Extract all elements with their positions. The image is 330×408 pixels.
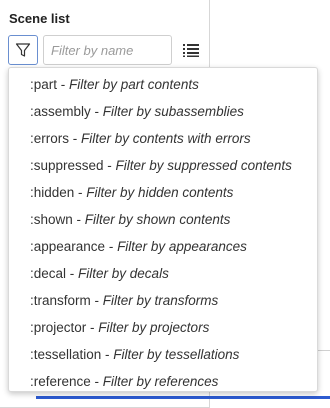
filter-description: Filter by decals xyxy=(78,266,169,281)
filter-keyword: :transform xyxy=(30,293,91,308)
filter-option-decal[interactable]: :decal - Filter by decals xyxy=(9,260,317,287)
filter-separator: - xyxy=(90,293,103,308)
background-divider xyxy=(318,350,330,351)
filter-separator: - xyxy=(103,158,116,173)
filter-separator: - xyxy=(105,239,118,254)
filter-keyword: :assembly xyxy=(30,104,91,119)
filter-description: Filter by contents with errors xyxy=(81,131,251,146)
filter-description: Filter by hidden contents xyxy=(86,185,234,200)
filter-description: Filter by tessellations xyxy=(113,347,240,362)
filter-description: Filter by references xyxy=(102,374,219,389)
filter-keyword: :suppressed xyxy=(30,158,104,173)
filter-option-projector[interactable]: :projector - Filter by projectors xyxy=(9,314,317,341)
filter-keyword: :errors xyxy=(30,131,70,146)
filter-separator: - xyxy=(57,77,70,92)
filter-keyword: :shown xyxy=(30,212,73,227)
filter-keyword: :projector xyxy=(30,320,87,335)
filter-description: Filter by projectors xyxy=(98,320,210,335)
filter-keyword: :tessellation xyxy=(30,347,102,362)
filter-option-assembly[interactable]: :assembly - Filter by subassemblies xyxy=(9,98,317,125)
filter-description: Filter by suppressed contents xyxy=(115,158,292,173)
list-view-button[interactable] xyxy=(180,38,202,62)
filter-separator: - xyxy=(72,212,85,227)
filter-description: Filter by subassemblies xyxy=(102,104,244,119)
filter-option-transform[interactable]: :transform - Filter by transforms xyxy=(9,287,317,314)
filter-separator: - xyxy=(90,374,103,389)
filter-separator: - xyxy=(101,347,114,362)
filter-suggestions-dropdown: :part - Filter by part contents :assembl… xyxy=(8,67,318,392)
filter-description: Filter by shown contents xyxy=(84,212,231,227)
filter-option-hidden[interactable]: :hidden - Filter by hidden contents xyxy=(9,179,317,206)
filter-option-reference[interactable]: :reference - Filter by references xyxy=(9,368,317,391)
filter-option-shown[interactable]: :shown - Filter by shown contents xyxy=(9,206,317,233)
filter-option-part[interactable]: :part - Filter by part contents xyxy=(9,71,317,98)
filter-keyword: :decal xyxy=(30,266,67,281)
filter-option-appearance[interactable]: :appearance - Filter by appearances xyxy=(9,233,317,260)
panel-title: Scene list xyxy=(9,11,70,26)
filter-option-tessellation[interactable]: :tessellation - Filter by tessellations xyxy=(9,341,317,368)
filter-keyword: :reference xyxy=(30,374,91,389)
background-selection-bar xyxy=(36,396,330,399)
filter-keyword: :appearance xyxy=(30,239,106,254)
filter-separator: - xyxy=(69,131,82,146)
filter-separator: - xyxy=(86,320,99,335)
filter-description: Filter by transforms xyxy=(102,293,219,308)
filter-separator: - xyxy=(74,185,87,200)
filter-description: Filter by appearances xyxy=(117,239,247,254)
filter-icon xyxy=(15,43,31,57)
filter-option-errors[interactable]: :errors - Filter by contents with errors xyxy=(9,125,317,152)
filter-by-name-input[interactable] xyxy=(43,35,172,65)
filter-button[interactable] xyxy=(8,35,38,65)
filter-keyword: :hidden xyxy=(30,185,75,200)
filter-separator: - xyxy=(66,266,79,281)
filter-keyword: :part xyxy=(30,77,58,92)
filter-description: Filter by part contents xyxy=(69,77,199,92)
filter-separator: - xyxy=(90,104,103,119)
filter-option-suppressed[interactable]: :suppressed - Filter by suppressed conte… xyxy=(9,152,317,179)
list-view-icon xyxy=(183,44,199,57)
filter-suggestions-list: :part - Filter by part contents :assembl… xyxy=(9,68,317,391)
